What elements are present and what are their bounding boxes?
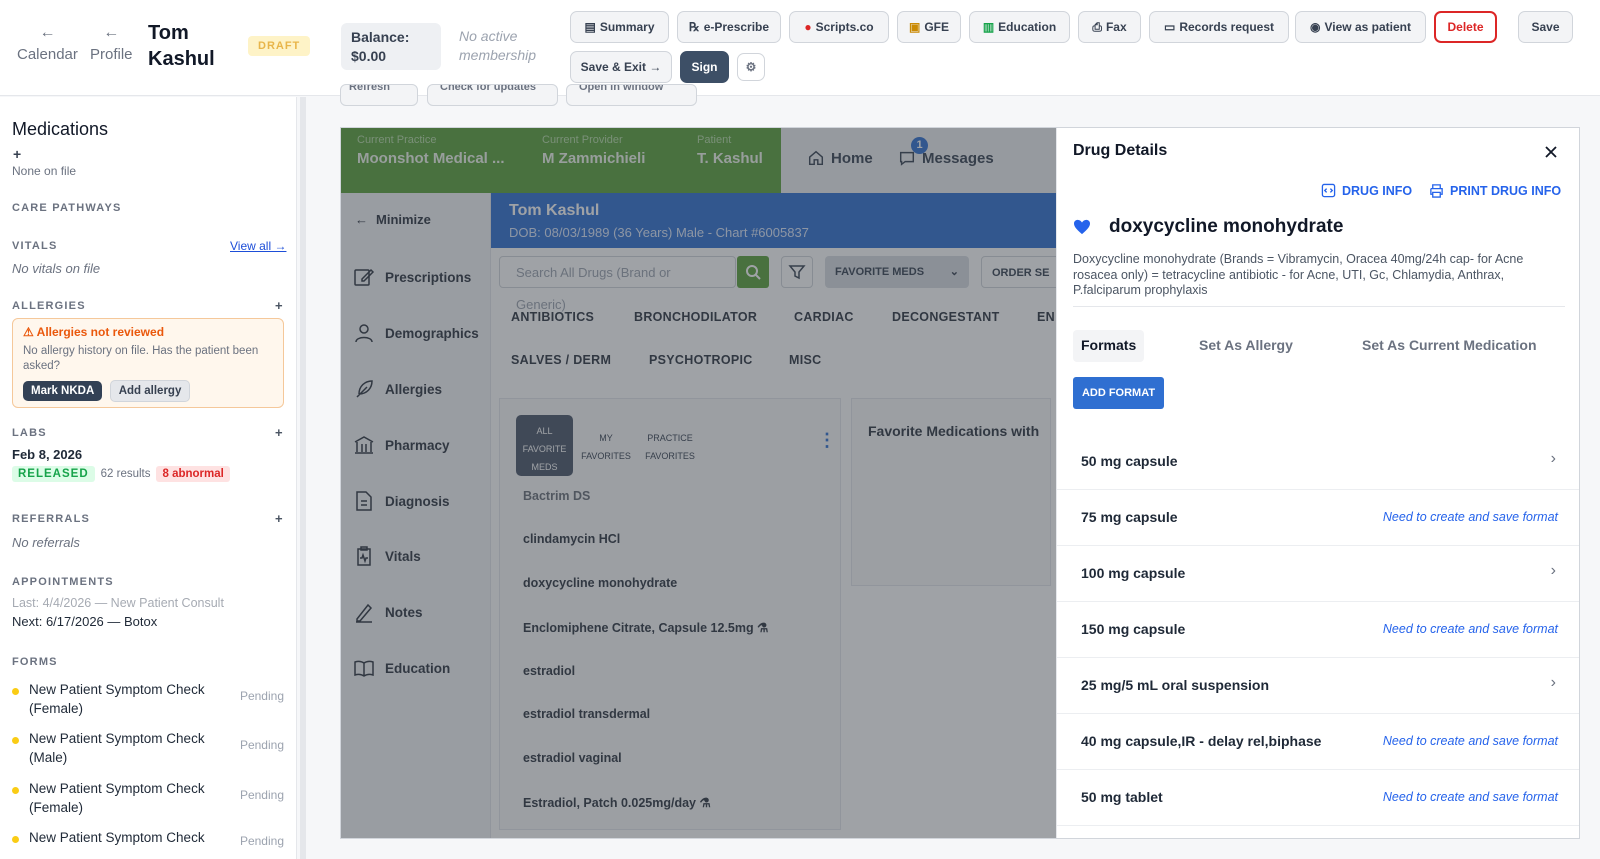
labs-summary: RELEASED 62 results 8 abnormal (12, 466, 230, 482)
settings-button[interactable]: ⚙ (737, 53, 765, 81)
vitals-view-all-link[interactable]: View all → (230, 239, 286, 253)
allergies-heading: ALLERGIES (12, 300, 86, 312)
favorite-heart-icon[interactable] (1073, 219, 1091, 235)
check-updates-button[interactable]: Check for updates (427, 84, 558, 106)
eye-icon: ◉ (1310, 20, 1321, 34)
books-icon: ▥ (982, 20, 995, 34)
tab-formats[interactable]: Formats (1073, 330, 1145, 362)
labs-released-badge: RELEASED (12, 466, 95, 482)
rx-icon: ℞ (688, 20, 700, 34)
format-row[interactable]: 50 mg capsule › (1057, 434, 1579, 490)
scripts-button[interactable]: ● Scripts.co (789, 11, 889, 43)
calendar-back-link[interactable]: ← Calendar (17, 24, 78, 63)
sign-button[interactable]: Sign (680, 51, 729, 83)
forms-heading: FORMS (12, 656, 58, 668)
appointment-last: Last: 4/4/2026 — New Patient Consult (12, 596, 224, 610)
care-pathways-heading: CARE PATHWAYS (12, 202, 122, 214)
chevron-right-icon: › (1550, 674, 1556, 691)
drug-description: Doxycycline monohydrate (Brands = Vibram… (1073, 252, 1524, 297)
code-icon (1321, 183, 1336, 198)
delete-button[interactable]: Delete (1434, 11, 1497, 43)
folder-icon: ▭ (1163, 20, 1176, 34)
back-arrow-icon: ← (39, 24, 56, 41)
format-row[interactable]: 100 mg capsule › (1057, 546, 1579, 602)
labs-heading: LABS (12, 427, 47, 439)
appointment-next: Next: 6/17/2026 — Botox (12, 614, 158, 629)
membership-status: No active membership (459, 28, 537, 63)
refresh-button[interactable]: Refresh (340, 84, 418, 106)
pending-dot-icon (12, 787, 19, 794)
modal-backdrop[interactable] (341, 128, 1056, 838)
format-row[interactable]: 150 mg capsule Need to create and save fo… (1057, 602, 1579, 658)
open-window-button[interactable]: Open in window (566, 84, 697, 106)
pill-icon: ● (804, 20, 812, 34)
fax-icon: ⎙ (1092, 19, 1102, 34)
close-icon (1545, 146, 1557, 158)
profile-back-link[interactable]: ← Profile (90, 24, 133, 63)
back-arrow-icon: ← (103, 24, 120, 41)
fax-button[interactable]: ⎙ Fax (1078, 11, 1141, 43)
medications-title: Medications (12, 119, 109, 139)
format-row[interactable]: 25 mg/5 mL oral suspension › (1057, 658, 1579, 714)
chevron-right-icon: › (1550, 450, 1556, 467)
add-referral-plus[interactable]: + (275, 511, 283, 526)
divider (1073, 306, 1565, 307)
drug-info-link[interactable]: DRUG INFO (1321, 183, 1412, 198)
add-allergy-plus[interactable]: + (275, 298, 283, 313)
tab-set-as-allergy[interactable]: Set As Allergy (1191, 330, 1301, 362)
pending-dot-icon (12, 836, 19, 843)
referrals-heading: REFERRALS (12, 513, 91, 525)
status-badge: DRAFT (248, 36, 311, 56)
patient-name: Tom Kashul (148, 22, 215, 70)
close-button[interactable] (1541, 142, 1561, 162)
left-sidebar: Medications + None on file CARE PATHWAYS… (0, 97, 297, 859)
panel-title: Drug Details (1073, 142, 1168, 159)
view-as-patient-button[interactable]: ◉ View as patient (1295, 11, 1426, 43)
add-lab-plus[interactable]: + (275, 425, 283, 440)
drug-name: doxycycline monohydrate (1109, 216, 1344, 237)
format-row[interactable]: 50 mg tablet Need to create and save form… (1057, 770, 1579, 826)
gfe-button[interactable]: ▣ GFE (897, 11, 961, 43)
document-icon: ▤ (584, 20, 596, 34)
pending-dot-icon (12, 737, 19, 744)
summary-button[interactable]: ▤ Summary (570, 11, 669, 43)
sidebar-scrollbar[interactable] (300, 97, 306, 859)
records-request-button[interactable]: ▭ Records request (1149, 11, 1289, 43)
format-row[interactable]: 40 mg capsule,IR - delay rel,biphase Need… (1057, 714, 1579, 770)
format-row[interactable]: 75 mg capsule Need to create and save for… (1057, 490, 1579, 546)
add-medication-button[interactable]: + (13, 146, 21, 162)
vitals-heading: VITALS (12, 240, 58, 252)
save-button[interactable]: Save (1518, 11, 1573, 43)
eprescribe-button[interactable]: ℞ e-Prescribe (677, 11, 781, 43)
mark-nkda-button[interactable]: Mark NKDA (23, 381, 103, 401)
print-drug-info-link[interactable]: PRINT DRUG INFO (1429, 183, 1561, 198)
education-button[interactable]: ▥ Education (969, 11, 1070, 43)
medications-empty: None on file (12, 164, 77, 178)
drug-details-panel: Drug Details DRUG INFO PRINT DRUG INFO d… (1056, 128, 1579, 838)
balance-card: Balance: $0.00 (341, 23, 441, 70)
chevron-right-icon: › (1550, 562, 1556, 579)
add-format-button[interactable]: ADD FORMAT (1073, 377, 1164, 409)
vitals-empty: No vitals on file (12, 261, 101, 276)
labs-date: Feb 8, 2026 (12, 447, 83, 462)
tab-set-as-current-medication[interactable]: Set As Current Medication (1354, 330, 1545, 362)
money-icon: ▣ (908, 20, 921, 34)
allergy-alert: ⚠ Allergies not reviewed No allergy hist… (12, 318, 284, 408)
pending-dot-icon (12, 688, 19, 695)
appointments-heading: APPOINTMENTS (12, 576, 114, 588)
add-allergy-button[interactable]: Add allergy (109, 380, 191, 402)
printer-icon (1430, 184, 1443, 198)
top-header: ← Calendar ← Profile Tom Kashul DRAFT Ba… (0, 0, 1600, 96)
save-exit-button[interactable]: Save & Exit → (570, 51, 672, 83)
referrals-empty: No referrals (12, 535, 80, 550)
eprescribe-app: Current Practice Moonshot Medical ... Cu… (340, 127, 1580, 839)
labs-abnormal-badge: 8 abnormal (156, 466, 230, 482)
gear-icon: ⚙ (745, 60, 757, 74)
